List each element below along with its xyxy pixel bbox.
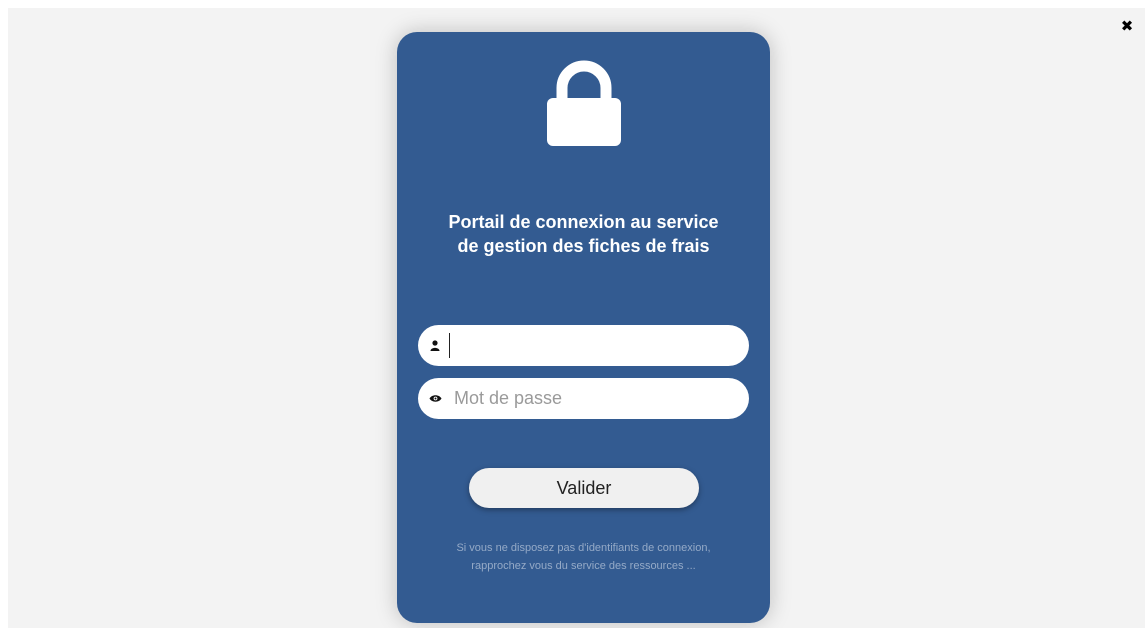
lock-icon [547, 60, 621, 146]
login-card: Portail de connexion au service de gesti… [397, 32, 770, 623]
page-background: ✖ Portail de connexion au service de ges… [8, 8, 1145, 628]
close-icon: ✖ [1120, 17, 1134, 35]
user-icon [428, 339, 442, 353]
help-text-line-1: Si vous ne disposez pas d'identifiants d… [456, 542, 711, 554]
submit-button[interactable]: Valider [469, 468, 699, 508]
eye-icon [428, 392, 442, 406]
page-title: Portail de connexion au service de gesti… [397, 210, 770, 258]
help-text-line-2: rapprochez vous du service des ressource… [471, 560, 696, 572]
title-line-2: de gestion des fiches de frais [457, 236, 710, 256]
password-input[interactable] [454, 383, 734, 414]
title-line-1: Portail de connexion au service [448, 212, 719, 232]
help-text: Si vous ne disposez pas d'identifiants d… [397, 539, 770, 575]
username-input[interactable] [454, 330, 734, 361]
text-caret [449, 333, 450, 358]
password-field[interactable] [418, 378, 749, 419]
close-button[interactable]: ✖ [1119, 18, 1135, 34]
username-field[interactable] [418, 325, 749, 366]
